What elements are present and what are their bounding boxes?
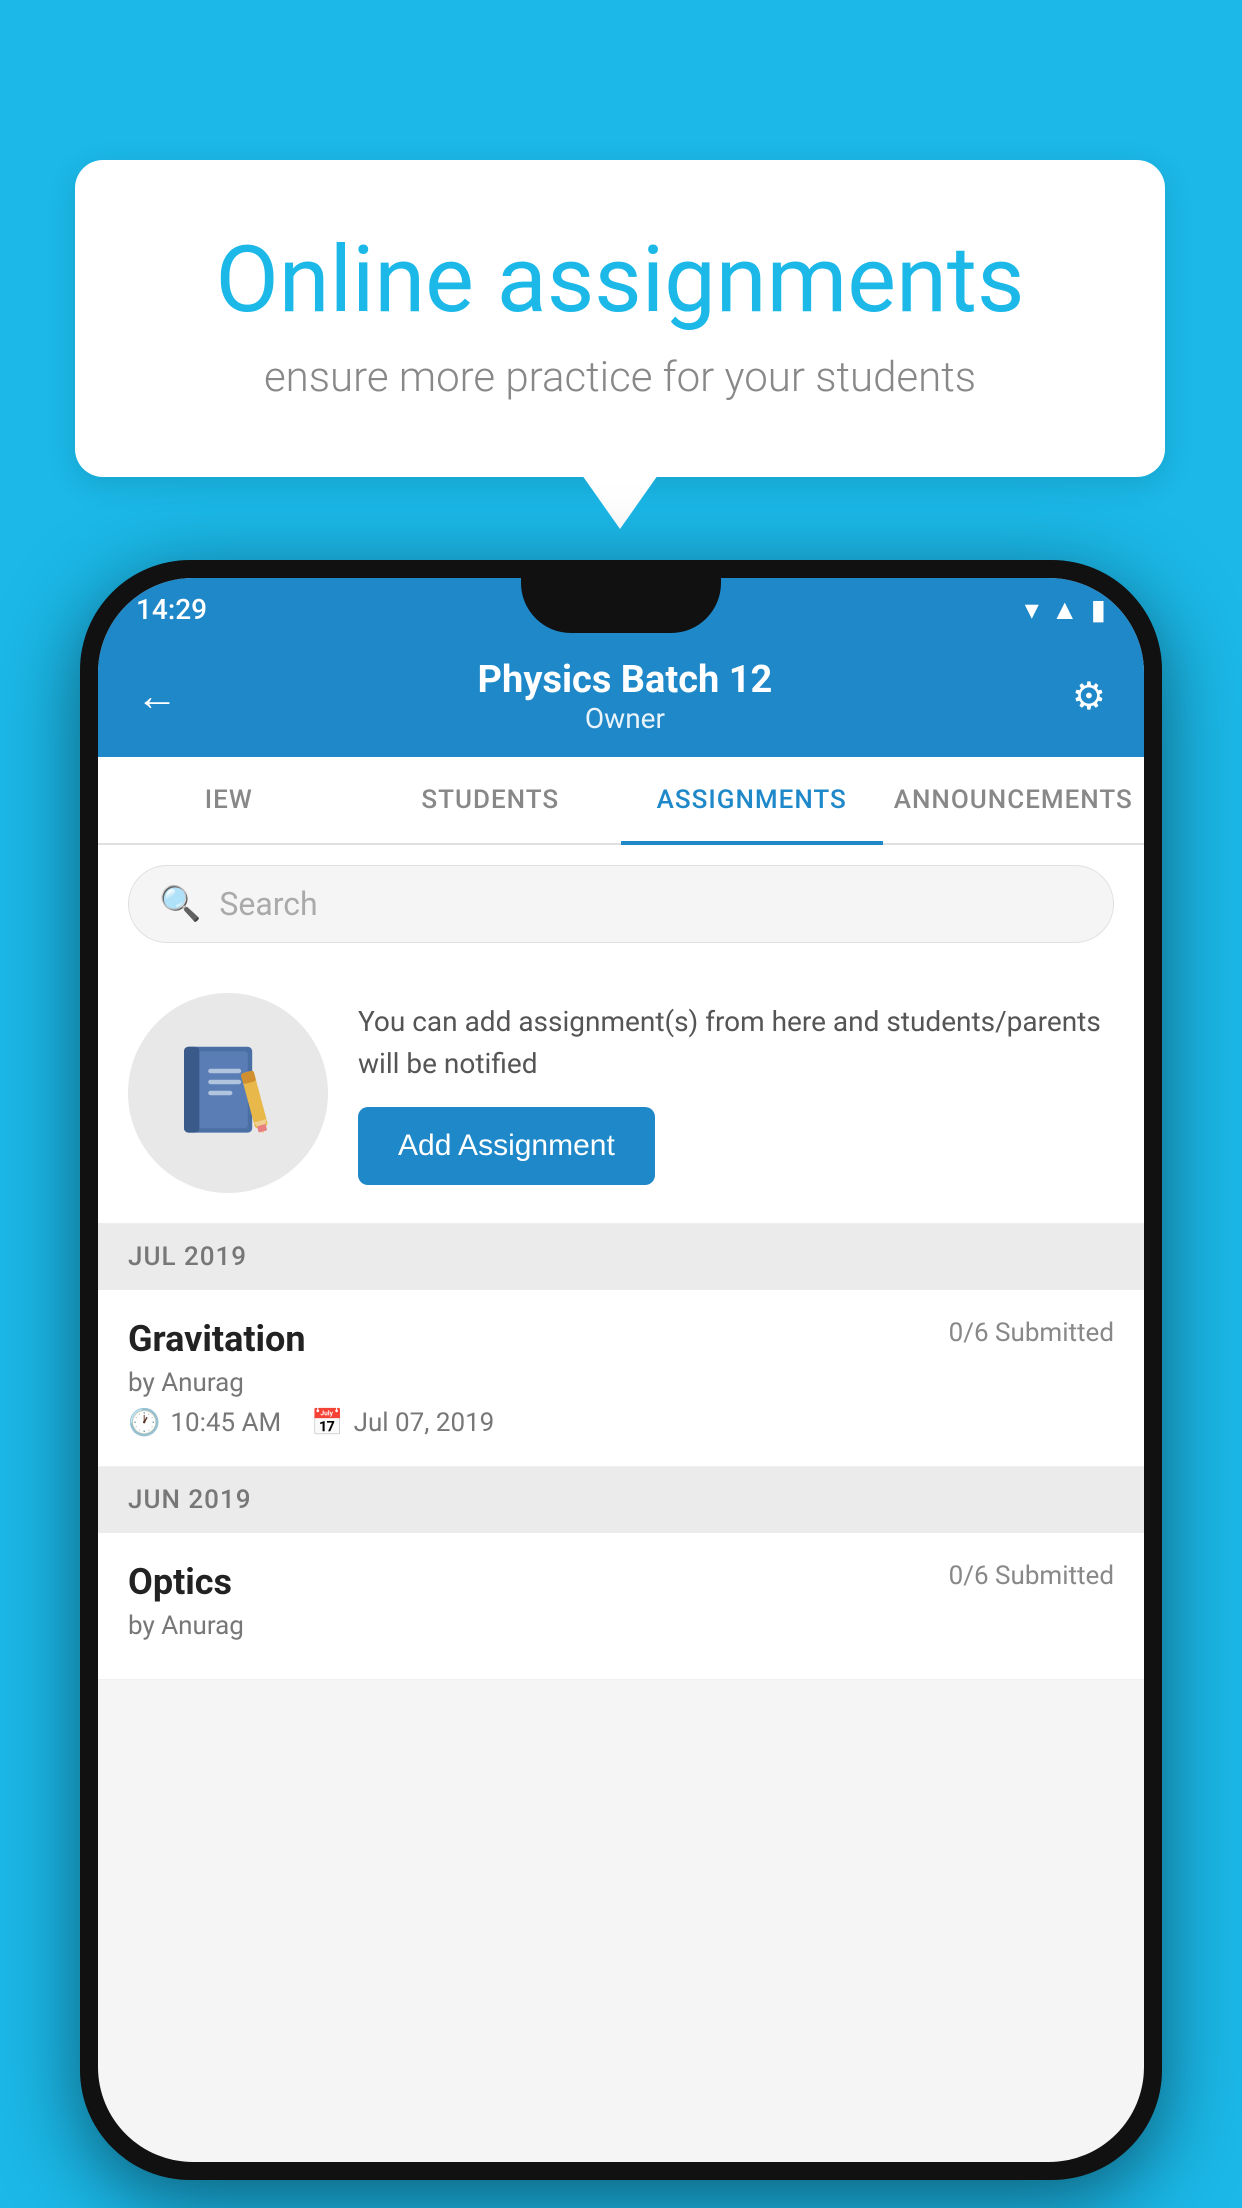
tab-announcements[interactable]: ANNOUNCEMENTS bbox=[883, 757, 1145, 843]
signal-icon: ▲ bbox=[1051, 593, 1079, 626]
search-placeholder: Search bbox=[219, 885, 317, 923]
assignment-meta: 🕐 10:45 AM 📅 Jul 07, 2019 bbox=[128, 1408, 1114, 1438]
assignment-top-row: Gravitation 0/6 Submitted bbox=[128, 1318, 1114, 1360]
tab-students[interactable]: STUDENTS bbox=[360, 757, 622, 843]
phone-frame: 14:29 ▾ ▲ ▮ ← Physics Batch 12 Owner ⚙ I… bbox=[80, 560, 1162, 2180]
month-header-jul: JUL 2019 bbox=[98, 1224, 1144, 1290]
promo-title: Online assignments bbox=[155, 230, 1085, 331]
batch-title: Physics Batch 12 bbox=[178, 658, 1072, 702]
back-button[interactable]: ← bbox=[136, 672, 178, 721]
phone-inner: 14:29 ▾ ▲ ▮ ← Physics Batch 12 Owner ⚙ I… bbox=[98, 578, 1144, 2162]
assignment-time: 🕐 10:45 AM bbox=[128, 1408, 281, 1438]
promo-container: Online assignments ensure more practice … bbox=[75, 160, 1165, 477]
settings-button[interactable]: ⚙ bbox=[1072, 674, 1106, 719]
assignment-title-optics: Optics bbox=[128, 1561, 232, 1603]
speech-bubble: Online assignments ensure more practice … bbox=[75, 160, 1165, 477]
tab-iew[interactable]: IEW bbox=[98, 757, 360, 843]
tab-assignments[interactable]: ASSIGNMENTS bbox=[621, 757, 883, 843]
assignment-top-row-optics: Optics 0/6 Submitted bbox=[128, 1561, 1114, 1603]
assignment-submitted: 0/6 Submitted bbox=[949, 1318, 1114, 1348]
assignment-date: 📅 Jul 07, 2019 bbox=[311, 1408, 494, 1438]
assignment-submitted-optics: 0/6 Submitted bbox=[949, 1561, 1114, 1591]
assignment-title: Gravitation bbox=[128, 1318, 306, 1360]
search-bar[interactable]: 🔍 Search bbox=[128, 865, 1114, 943]
add-assignment-right: You can add assignment(s) from here and … bbox=[358, 1001, 1114, 1185]
calendar-icon: 📅 bbox=[311, 1408, 343, 1438]
status-icons: ▾ ▲ ▮ bbox=[1025, 593, 1106, 626]
add-assignment-description: You can add assignment(s) from here and … bbox=[358, 1001, 1114, 1085]
clock-icon: 🕐 bbox=[128, 1408, 160, 1438]
add-assignment-button[interactable]: Add Assignment bbox=[358, 1107, 655, 1185]
search-icon: 🔍 bbox=[159, 884, 201, 924]
promo-subtitle: ensure more practice for your students bbox=[155, 353, 1085, 402]
wifi-icon: ▾ bbox=[1025, 593, 1039, 626]
add-assignment-section: You can add assignment(s) from here and … bbox=[98, 963, 1144, 1224]
battery-icon: ▮ bbox=[1091, 593, 1106, 626]
status-time: 14:29 bbox=[136, 593, 207, 626]
app-header: ← Physics Batch 12 Owner ⚙ bbox=[98, 640, 1144, 757]
status-bar: 14:29 ▾ ▲ ▮ bbox=[98, 578, 1144, 640]
month-header-jun: JUN 2019 bbox=[98, 1467, 1144, 1533]
assignment-item-gravitation[interactable]: Gravitation 0/6 Submitted by Anurag 🕐 10… bbox=[98, 1290, 1144, 1467]
tabs-bar: IEW STUDENTS ASSIGNMENTS ANNOUNCEMENTS bbox=[98, 757, 1144, 845]
search-bar-container: 🔍 Search bbox=[98, 845, 1144, 963]
header-title-block: Physics Batch 12 Owner bbox=[178, 658, 1072, 735]
assignment-author: by Anurag bbox=[128, 1368, 1114, 1398]
assignment-item-optics[interactable]: Optics 0/6 Submitted by Anurag bbox=[98, 1533, 1144, 1680]
notebook-icon bbox=[173, 1038, 283, 1148]
assignment-author-optics: by Anurag bbox=[128, 1611, 1114, 1641]
notch bbox=[521, 578, 721, 633]
notebook-icon-circle bbox=[128, 993, 328, 1193]
batch-subtitle: Owner bbox=[178, 702, 1072, 735]
